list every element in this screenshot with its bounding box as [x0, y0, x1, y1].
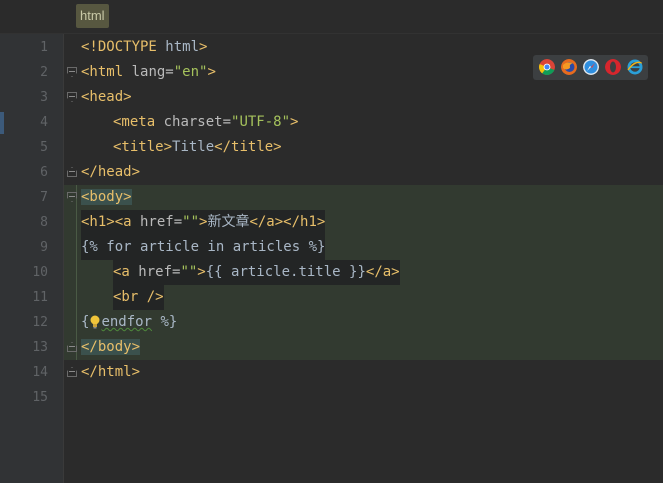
firefox-icon[interactable]	[561, 59, 577, 75]
code-line-10[interactable]: 10 <a href="">{{ article.title }}</a>	[0, 260, 663, 285]
line-number: 4	[40, 115, 48, 130]
head-tag: <head>	[81, 89, 132, 105]
line-number: 13	[32, 340, 48, 355]
fold-toggle-icon[interactable]	[67, 192, 77, 202]
code-line-3[interactable]: 3 <head>	[0, 85, 663, 110]
line-number: 2	[40, 65, 48, 80]
code-line-11[interactable]: 11 <br />	[0, 285, 663, 310]
code-text[interactable]: <head>	[81, 85, 132, 110]
endfor-keyword: endfor	[101, 314, 153, 330]
line-number: 14	[32, 365, 48, 380]
intention-bulb-icon[interactable]	[89, 315, 101, 329]
line-number: 7	[40, 190, 48, 205]
body-close-tag: </body>	[81, 339, 141, 355]
breadcrumb-html[interactable]: html	[76, 4, 109, 28]
code-text[interactable]: </html>	[81, 360, 140, 385]
attr-value: ""	[180, 264, 198, 280]
browser-preview-bar	[533, 55, 648, 80]
line-number: 12	[32, 315, 48, 330]
ie-icon[interactable]	[627, 59, 643, 75]
line-number: 3	[40, 90, 48, 105]
code-text[interactable]: { endfor %}	[81, 310, 177, 335]
title-close-tag: </title>	[214, 139, 282, 155]
a-close-tag: </a>	[365, 264, 400, 280]
fold-toggle-icon[interactable]	[67, 67, 77, 77]
attr-name: href=	[131, 214, 183, 230]
line-number: 9	[40, 240, 48, 255]
code-text[interactable]: <title>Title</title>	[113, 135, 282, 160]
title-open-tag: <title>	[113, 139, 173, 155]
code-line-8[interactable]: 8 <h1><a href="">新文章</a></h1>	[0, 210, 663, 235]
code-line-6[interactable]: 6 </head>	[0, 160, 663, 185]
h1-open-tag: <h1>	[81, 214, 115, 230]
fold-toggle-icon[interactable]	[67, 367, 77, 377]
tag-close: >	[207, 64, 216, 80]
code-line-5[interactable]: 5 <title>Title</title>	[0, 135, 663, 160]
code-text[interactable]: {% for article in articles %}	[81, 235, 326, 260]
attr-value: "UTF-8"	[231, 114, 291, 130]
code-line-9[interactable]: 9 {% for article in articles %}	[0, 235, 663, 260]
template-close: %}	[152, 314, 178, 330]
attr-name: charset=	[155, 114, 232, 130]
opera-icon[interactable]	[605, 59, 621, 75]
code-text[interactable]: <meta charset="UTF-8">	[113, 110, 298, 135]
head-close-tag: </head>	[81, 164, 141, 180]
meta-tag: <meta	[113, 114, 156, 130]
code-text[interactable]: <br />	[113, 285, 164, 310]
fold-toggle-icon[interactable]	[67, 92, 77, 102]
code-line-15[interactable]: 15	[0, 385, 663, 410]
code-line-12[interactable]: 12 { endfor %}	[0, 310, 663, 335]
doctype-close: >	[199, 39, 208, 55]
code-line-7[interactable]: 7 <body>	[0, 185, 663, 210]
template-variable: {{ article.title }}	[205, 264, 366, 280]
a-open-tag: <a	[113, 264, 130, 280]
attr-value: ""	[182, 214, 200, 230]
attr-value: "en"	[173, 64, 208, 80]
html-tag: <html	[81, 64, 124, 80]
doctype-open: <!DOCTYPE	[81, 39, 166, 55]
line-number: 8	[40, 215, 48, 230]
line-number: 11	[32, 290, 48, 305]
title-text: Title	[172, 139, 215, 155]
fold-toggle-icon[interactable]	[67, 342, 77, 352]
line-number: 10	[32, 265, 48, 280]
line-number: 15	[32, 390, 48, 405]
safari-icon[interactable]	[583, 59, 599, 75]
line-number: 5	[40, 140, 48, 155]
attr-name: href=	[129, 264, 181, 280]
template-brace: {	[81, 314, 90, 330]
code-text[interactable]: <h1><a href="">新文章</a></h1>	[81, 210, 326, 235]
chrome-icon[interactable]	[539, 59, 555, 75]
code-text[interactable]: </body>	[81, 335, 141, 360]
code-line-13[interactable]: 13 </body>	[0, 335, 663, 360]
tag-close: >	[197, 264, 206, 280]
fold-toggle-icon[interactable]	[67, 167, 77, 177]
template-for-tag: {% for article in articles %}	[81, 239, 326, 255]
link-text: 新文章	[207, 214, 250, 230]
html-close-tag: </html>	[81, 364, 141, 380]
line-number: 1	[40, 40, 48, 55]
attr-name: lang=	[123, 64, 174, 80]
body-open-tag: <body>	[81, 189, 132, 205]
code-text[interactable]: <!DOCTYPE html>	[81, 35, 207, 60]
breadcrumb-bar: html	[0, 0, 663, 34]
code-text[interactable]: </head>	[81, 160, 140, 185]
doctype-name: html	[165, 39, 200, 55]
line-number: 6	[40, 165, 48, 180]
a-open-tag: <a	[114, 214, 132, 230]
code-text[interactable]: <a href="">{{ article.title }}</a>	[113, 260, 400, 285]
h1-close-tag: </h1>	[283, 214, 326, 230]
code-text[interactable]: <body>	[81, 185, 132, 210]
tag-close: >	[290, 114, 299, 130]
code-text[interactable]: <html lang="en">	[81, 60, 216, 85]
br-tag: <br />	[113, 289, 164, 305]
code-line-14[interactable]: 14 </html>	[0, 360, 663, 385]
code-line-4[interactable]: 4 <meta charset="UTF-8">	[0, 110, 663, 135]
a-close-tag: </a>	[249, 214, 284, 230]
